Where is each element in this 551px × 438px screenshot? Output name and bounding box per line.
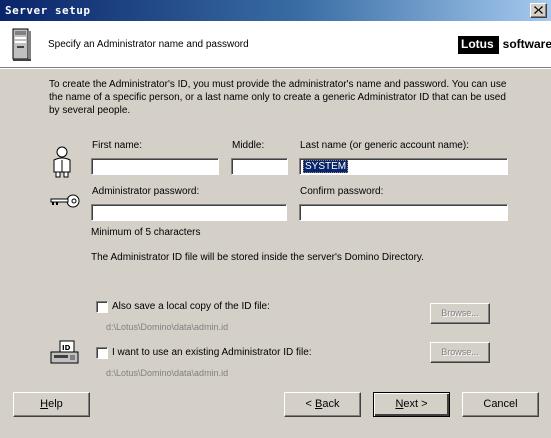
key-icon [49, 194, 81, 211]
server-icon [10, 28, 32, 65]
password-min-note: Minimum of 5 characters [91, 227, 201, 238]
save-local-browse-button[interactable]: Browse... [430, 303, 490, 324]
first-name-label: First name: [92, 140, 143, 151]
last-name-value: SYSTEM [303, 160, 349, 173]
person-icon [50, 146, 74, 181]
first-name-field[interactable] [91, 158, 219, 175]
lotus-logo: Lotus software [458, 36, 551, 54]
id-card-icon: ID [50, 340, 80, 369]
save-local-checkbox[interactable] [96, 301, 108, 313]
close-icon [534, 6, 543, 14]
title-bar: Server setup [0, 0, 551, 22]
close-button[interactable] [530, 3, 547, 18]
last-name-label: Last name (or generic account name): [300, 140, 469, 151]
use-existing-path: d:\Lotus\Domino\data\admin.id [106, 368, 229, 378]
middle-name-label: Middle: [232, 140, 265, 151]
window-title: Server setup [5, 4, 91, 17]
back-button[interactable]: < Back [284, 392, 361, 417]
last-name-field[interactable]: SYSTEM [299, 158, 508, 175]
confirm-password-label: Confirm password: [300, 186, 384, 197]
use-existing-checkbox[interactable] [96, 347, 108, 359]
storage-note: The Administrator ID file will be stored… [91, 252, 424, 263]
save-local-path: d:\Lotus\Domino\data\admin.id [106, 322, 229, 332]
confirm-password-field[interactable] [299, 204, 508, 221]
password-field[interactable] [91, 204, 287, 221]
next-button[interactable]: Next > [373, 392, 450, 417]
wizard-header: Specify an Administrator name and passwo… [0, 22, 551, 69]
middle-name-field[interactable] [231, 158, 288, 175]
save-local-label[interactable]: Also save a local copy of the ID file: [112, 301, 270, 312]
use-existing-label[interactable]: I want to use an existing Administrator … [112, 347, 312, 358]
help-button[interactable]: Help [13, 392, 90, 417]
cancel-button[interactable]: Cancel [462, 392, 539, 417]
page-title: Specify an Administrator name and passwo… [48, 39, 249, 50]
svg-text:ID: ID [62, 344, 71, 352]
intro-text: To create the Administrator's ID, you mu… [49, 79, 507, 116]
use-existing-browse-button[interactable]: Browse... [430, 342, 490, 363]
password-label: Administrator password: [92, 186, 200, 197]
